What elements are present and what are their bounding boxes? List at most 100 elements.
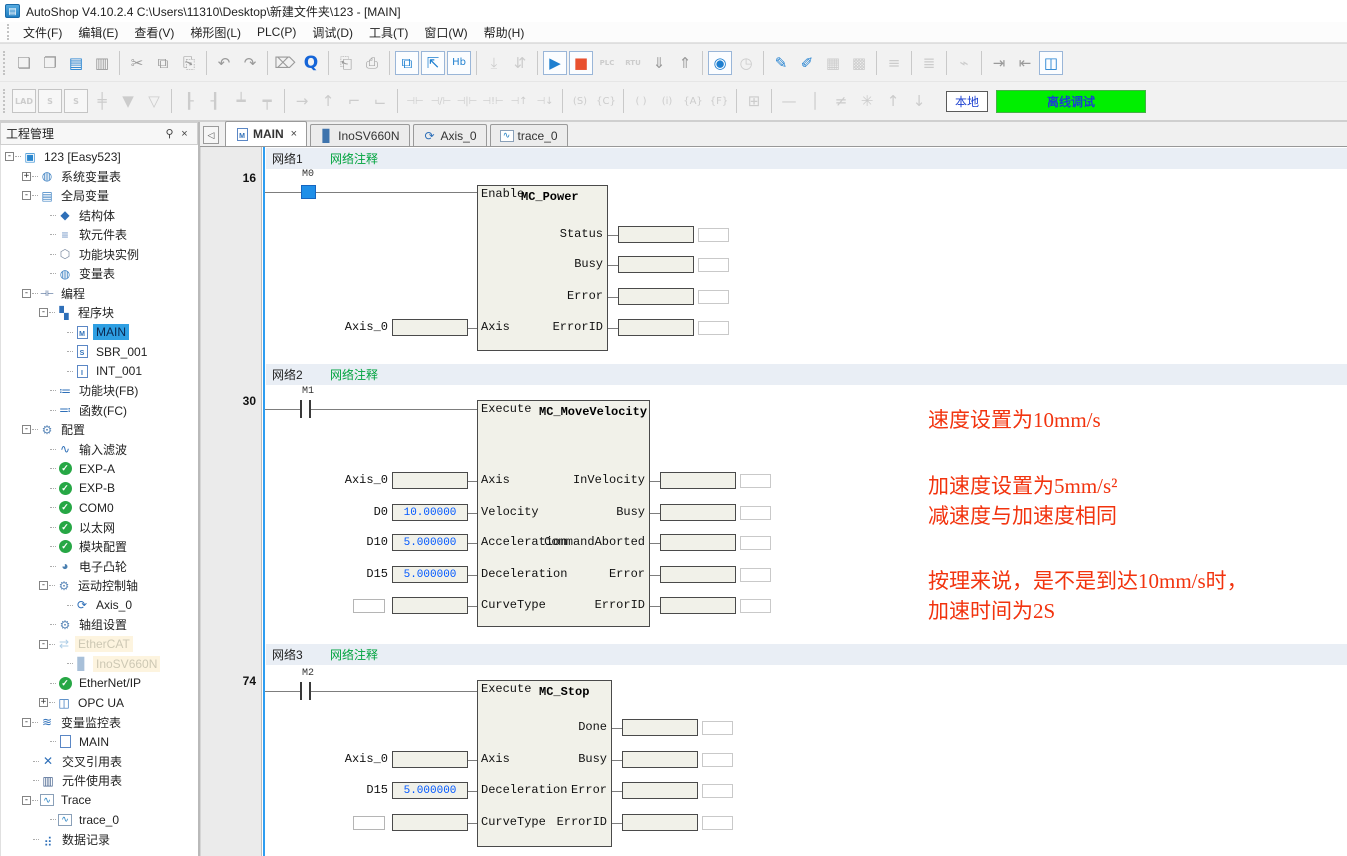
insert-divider-icon[interactable]: ╪ [90, 89, 114, 113]
menu-item-ladder[interactable]: 梯形图(L) [182, 22, 249, 43]
compile-icon[interactable]: ▦ [821, 51, 845, 75]
tab-inosv660n[interactable]: ▊InoSV660N [310, 124, 409, 146]
operand-label[interactable]: D15 [288, 783, 388, 797]
plc-mode-icon[interactable]: PLC [595, 51, 619, 75]
operand-label[interactable]: Axis_0 [288, 473, 388, 487]
tree-item-SBR_001[interactable]: SSBR_001 [1, 342, 198, 362]
output-status-box[interactable] [740, 599, 771, 613]
ladder-canvas[interactable]: 网络1网络注释16M0EnableMC_PowerAxisAxis_0Statu… [200, 147, 1347, 856]
merge-doc-icon[interactable]: ⇵ [508, 51, 532, 75]
paste-icon[interactable]: ⎘ [177, 51, 201, 75]
output-box[interactable] [622, 751, 698, 768]
contact-open[interactable] [300, 682, 302, 700]
tree-item-OPC UA[interactable]: +◫OPC UA [1, 693, 198, 713]
tree-item-变量监控表[interactable]: -≋变量监控表 [1, 713, 198, 733]
output-box[interactable] [660, 597, 736, 614]
output-box[interactable] [618, 319, 694, 336]
tree-item-元件使用表[interactable]: ▥元件使用表 [1, 771, 198, 791]
online-edit-icon[interactable]: ✐ [795, 51, 819, 75]
tree-item-InoSV660N[interactable]: ▊InoSV660N [1, 654, 198, 674]
tree-item-系统变量表[interactable]: +◍系统变量表 [1, 167, 198, 187]
operand-empty-slot[interactable] [353, 816, 385, 830]
output-status-box[interactable] [702, 753, 733, 767]
tree-item-结构体[interactable]: ◆结构体 [1, 206, 198, 226]
coil-inverse-icon[interactable]: (i) [655, 89, 679, 113]
delete-node-icon[interactable]: ✳ [855, 89, 879, 113]
tree-item-变量表[interactable]: ◍变量表 [1, 264, 198, 284]
operand-box[interactable]: 5.000000 [392, 534, 468, 551]
menu-item-window[interactable]: 窗口(W) [416, 22, 475, 43]
branch-close-icon[interactable]: ┨ [203, 89, 227, 113]
jump-in-icon[interactable]: ⇥ [987, 51, 1011, 75]
write-edit-icon[interactable]: ✎ [769, 51, 793, 75]
output-box[interactable] [622, 719, 698, 736]
tree-item-COM0[interactable]: ✓COM0 [1, 498, 198, 518]
line-up-icon[interactable]: ↑ [881, 89, 905, 113]
usb-test-icon[interactable]: ⌁ [952, 51, 976, 75]
save-all-icon[interactable]: ▥ [90, 51, 114, 75]
tree-item-功能块实例[interactable]: ⬡功能块实例 [1, 245, 198, 265]
cut-icon[interactable]: ✂ [125, 51, 149, 75]
delete-line-icon[interactable]: ≠ [829, 89, 853, 113]
tree-item-INT_001[interactable]: IINT_001 [1, 362, 198, 382]
network-header[interactable]: 网络1网络注释 [266, 148, 1347, 169]
tab-scroll-left-icon[interactable]: ◁ [203, 126, 219, 144]
menu-item-debug[interactable]: 调试(D) [304, 22, 361, 43]
contact-open[interactable] [309, 400, 311, 418]
output-status-box[interactable] [702, 721, 733, 735]
hline-icon[interactable]: — [777, 89, 801, 113]
expand-toggle[interactable]: - [22, 191, 31, 200]
window-cascade-icon[interactable]: ⧉ [395, 51, 419, 75]
insert-row-icon[interactable]: ≡ [882, 51, 906, 75]
expand-toggle[interactable]: - [22, 718, 31, 727]
output-box[interactable] [660, 504, 736, 521]
tree-item-123 [Easy523][interactable]: -▣123 [Easy523] [1, 147, 198, 167]
insert-network-icon[interactable]: ▼ [116, 89, 140, 113]
output-box[interactable] [618, 288, 694, 305]
network-comment[interactable]: 网络注释 [330, 150, 378, 167]
tree-item-trace_0[interactable]: ∿trace_0 [1, 810, 198, 830]
download-plc-icon[interactable]: ⇓ [647, 51, 671, 75]
output-status-box[interactable] [698, 290, 729, 304]
tree-item-输入滤波[interactable]: ∿输入滤波 [1, 440, 198, 460]
contact-open[interactable] [300, 400, 302, 418]
offline-debug-button[interactable]: 离线调试 [996, 90, 1146, 113]
window-export-icon[interactable]: ⇱ [421, 51, 445, 75]
contact-closed-icon[interactable]: ⊣/⊢ [429, 89, 453, 113]
menu-item-edit[interactable]: 编辑(E) [70, 22, 126, 43]
tree-item-Axis_0[interactable]: ⟳Axis_0 [1, 596, 198, 616]
operand-box[interactable]: 5.000000 [392, 782, 468, 799]
tree-item-电子凸轮[interactable]: ◕电子凸轮 [1, 557, 198, 577]
output-box[interactable] [660, 566, 736, 583]
set-instruction-icon[interactable]: (S) [568, 89, 592, 113]
wire-up-icon[interactable]: ↑ [316, 89, 340, 113]
wire-right-icon[interactable]: → [290, 89, 314, 113]
append-network-icon[interactable]: ▽ [142, 89, 166, 113]
menu-item-file[interactable]: 文件(F) [15, 22, 70, 43]
output-box[interactable] [622, 782, 698, 799]
print-preview-icon[interactable]: ⎗ [334, 51, 358, 75]
operand-label[interactable]: D15 [288, 567, 388, 581]
output-box[interactable] [660, 534, 736, 551]
tree-item-函数(FC)[interactable]: ≕函数(FC) [1, 401, 198, 421]
operand-box[interactable]: 10.00000 [392, 504, 468, 521]
branch-down-icon[interactable]: ┯ [255, 89, 279, 113]
variable-sort-icon[interactable]: Hb [447, 51, 471, 75]
wire-corner-left-icon[interactable]: ⌙ [368, 89, 392, 113]
close-icon[interactable]: × [177, 128, 192, 140]
operand-box[interactable] [392, 751, 468, 768]
function-instruction-icon[interactable]: {F} [707, 89, 731, 113]
operand-box[interactable] [392, 814, 468, 831]
output-status-box[interactable] [740, 536, 771, 550]
output-box[interactable] [622, 814, 698, 831]
operand-label[interactable]: D0 [288, 505, 388, 519]
clear-icon[interactable]: ▩ [847, 51, 871, 75]
split-window-icon[interactable]: ◫ [1039, 51, 1063, 75]
rtu-mode-icon[interactable]: RTU [621, 51, 645, 75]
expand-toggle[interactable]: - [39, 640, 48, 649]
operand-box[interactable] [392, 472, 468, 489]
operand-box[interactable]: 5.000000 [392, 566, 468, 583]
operand-label[interactable]: D10 [288, 535, 388, 549]
tab-close-icon[interactable]: × [291, 128, 297, 140]
tree-item-交叉引用表[interactable]: ✕交叉引用表 [1, 752, 198, 772]
